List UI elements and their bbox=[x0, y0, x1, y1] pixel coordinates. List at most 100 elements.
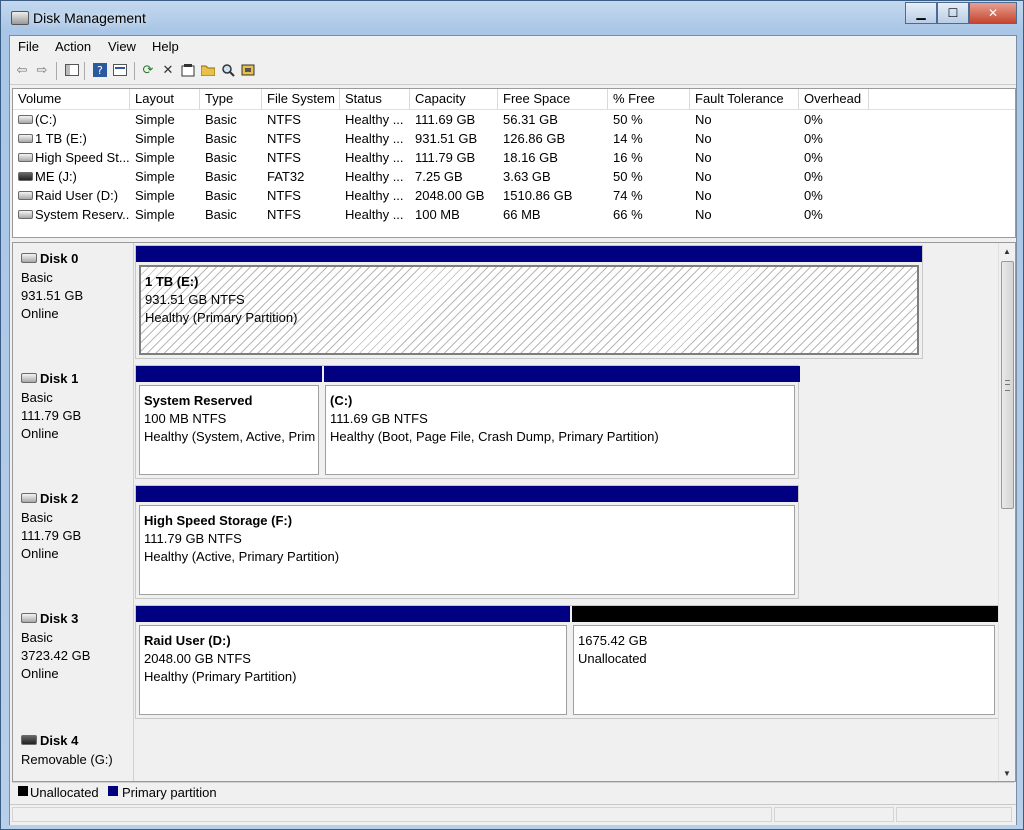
disk-3-name: Disk 3 bbox=[40, 611, 79, 626]
volume-row[interactable]: 1 TB (E:) Simple Basic NTFS Healthy ... 931.5… bbox=[13, 129, 1015, 148]
close-icon: ✕ bbox=[987, 6, 999, 20]
disk-2-size: 111.79 GB bbox=[21, 528, 82, 543]
partition-system-reserved[interactable]: System Reserved 100 MB NTFS Healthy (Sys… bbox=[136, 366, 322, 478]
volume-cell-capacity: 111.69 GB bbox=[415, 112, 476, 127]
volume-name: System Reserv... bbox=[35, 207, 130, 222]
volume-cell-fault: No bbox=[695, 112, 712, 127]
column-capacity[interactable]: Capacity bbox=[410, 89, 498, 109]
partition-c-bar bbox=[322, 366, 800, 382]
primary-partition-swatch bbox=[108, 786, 118, 796]
volume-row[interactable]: Raid User (D:) Simple Basic NTFS Healthy ...… bbox=[13, 186, 1015, 205]
column-file-system[interactable]: File System bbox=[262, 89, 340, 109]
volume-row[interactable]: High Speed St... Simple Basic NTFS Healthy .… bbox=[13, 148, 1015, 167]
volume-cell-status: Healthy ... bbox=[345, 150, 404, 165]
volume-name: ME (J:) bbox=[35, 169, 77, 184]
back-icon[interactable]: ⇦ bbox=[14, 62, 30, 78]
disk-2-name: Disk 2 bbox=[40, 491, 79, 506]
title-bar[interactable]: Disk Management ▁ ☐ ✕ bbox=[1, 1, 1023, 35]
disk-4-type: Removable (G:) bbox=[21, 752, 113, 767]
partition-c[interactable]: (C:) 111.69 GB NTFS Healthy (Boot, Page … bbox=[322, 366, 800, 478]
partition-e[interactable]: 1 TB (E:) 931.51 GB NTFS Healthy (Primar… bbox=[136, 246, 922, 358]
unallocated-body: 1675.42 GB Unallocated bbox=[573, 625, 995, 715]
volume-cell-volume: Raid User (D:) bbox=[13, 186, 130, 205]
volume-row[interactable]: (C:) Simple Basic NTFS Healthy ... 111.69 GB 5… bbox=[13, 110, 1015, 129]
volume-cell-layout: Simple bbox=[135, 188, 175, 203]
disk-row-3: Disk 3 Basic 3723.42 GB Online Raid User… bbox=[13, 603, 1000, 724]
disk-3-info[interactable]: Disk 3 Basic 3723.42 GB Online bbox=[13, 603, 134, 724]
delete-icon[interactable]: ✕ bbox=[160, 62, 176, 78]
menu-help[interactable]: Help bbox=[152, 39, 179, 54]
column-volume[interactable]: Volume bbox=[13, 89, 130, 109]
disk-2-frame: High Speed Storage (F:) 111.79 GB NTFS H… bbox=[135, 485, 799, 599]
unallocated-space[interactable]: 1675.42 GB Unallocated bbox=[570, 606, 1000, 718]
disk-0-size: 931.51 GB bbox=[21, 288, 84, 303]
help-topic-icon[interactable] bbox=[112, 62, 128, 78]
help-icon[interactable]: ? bbox=[92, 62, 108, 78]
forward-icon[interactable]: ⇨ bbox=[34, 62, 50, 78]
disk-row-1: Disk 1 Basic 111.79 GB Online System Res… bbox=[13, 363, 997, 484]
column-fault-tolerance[interactable]: Fault Tolerance bbox=[690, 89, 799, 109]
column-free-space[interactable]: Free Space bbox=[498, 89, 608, 109]
partition-f-name: High Speed Storage (F:) bbox=[144, 513, 293, 528]
partition-d-body: Raid User (D:) 2048.00 GB NTFS Healthy (… bbox=[139, 625, 567, 715]
disk-icon bbox=[21, 492, 37, 503]
disk-0-type: Basic bbox=[21, 270, 53, 285]
close-button[interactable]: ✕ bbox=[969, 2, 1017, 24]
volume-name: 1 TB (E:) bbox=[35, 131, 87, 146]
volume-cell-capacity: 7.25 GB bbox=[415, 169, 463, 184]
partition-system-reserved-size: 100 MB NTFS bbox=[144, 411, 227, 426]
disk-3-type: Basic bbox=[21, 630, 53, 645]
disk-row-4: Disk 4 Removable (G:) bbox=[13, 723, 997, 781]
column-percent-free[interactable]: % Free bbox=[608, 89, 690, 109]
properties-icon[interactable] bbox=[180, 62, 196, 78]
volume-cell-fs: NTFS bbox=[267, 131, 301, 146]
partition-f[interactable]: High Speed Storage (F:) 111.79 GB NTFS H… bbox=[136, 486, 798, 598]
disk-4-info[interactable]: Disk 4 Removable (G:) bbox=[13, 723, 134, 781]
disk-2-type: Basic bbox=[21, 510, 53, 525]
disk-icon bbox=[21, 612, 37, 623]
volume-cell-volume: High Speed St... bbox=[13, 148, 130, 167]
volume-cell-pct: 16 % bbox=[613, 150, 643, 165]
scroll-down-arrow-icon[interactable]: ▼ bbox=[999, 765, 1015, 781]
refresh-icon[interactable]: ⟳ bbox=[140, 62, 156, 78]
explore-icon[interactable] bbox=[220, 62, 236, 78]
volume-row[interactable]: System Reserv... Simple Basic NTFS Healthy .… bbox=[13, 205, 1015, 224]
console-tree-icon[interactable] bbox=[64, 62, 80, 78]
open-icon[interactable] bbox=[200, 62, 216, 78]
maximize-button[interactable]: ☐ bbox=[937, 2, 969, 24]
menu-bar: File Action View Help bbox=[10, 36, 1016, 58]
volume-cell-fault: No bbox=[695, 169, 712, 184]
disk-3-state: Online bbox=[21, 666, 59, 681]
drive-icon bbox=[18, 134, 33, 144]
rescan-icon[interactable] bbox=[240, 62, 256, 78]
disk-0-frame: 1 TB (E:) 931.51 GB NTFS Healthy (Primar… bbox=[135, 245, 923, 359]
menu-action[interactable]: Action bbox=[55, 39, 91, 54]
disk-2-info[interactable]: Disk 2 Basic 111.79 GB Online bbox=[13, 483, 134, 604]
legend-primary-partition: Primary partition bbox=[122, 785, 217, 800]
partition-d[interactable]: Raid User (D:) 2048.00 GB NTFS Healthy (… bbox=[136, 606, 570, 718]
volume-row[interactable]: ME (J:) Simple Basic FAT32 Healthy ... 7.25 G… bbox=[13, 167, 1015, 186]
volume-cell-free: 66 MB bbox=[503, 207, 541, 222]
scroll-up-arrow-icon[interactable]: ▲ bbox=[999, 243, 1015, 259]
disk-1-info[interactable]: Disk 1 Basic 111.79 GB Online bbox=[13, 363, 134, 484]
column-layout[interactable]: Layout bbox=[130, 89, 200, 109]
column-status[interactable]: Status bbox=[340, 89, 410, 109]
column-type[interactable]: Type bbox=[200, 89, 262, 109]
partition-e-bar bbox=[136, 246, 922, 262]
menu-view[interactable]: View bbox=[108, 39, 136, 54]
menu-file[interactable]: File bbox=[18, 39, 39, 54]
volume-cell-type: Basic bbox=[205, 112, 237, 127]
scroll-thumb[interactable] bbox=[1001, 261, 1014, 509]
partition-e-name: 1 TB (E:) bbox=[145, 274, 199, 289]
drive-icon bbox=[18, 115, 33, 125]
partition-system-reserved-body: System Reserved 100 MB NTFS Healthy (Sys… bbox=[139, 385, 319, 475]
minimize-button[interactable]: ▁ bbox=[905, 2, 937, 24]
partition-system-reserved-name: System Reserved bbox=[144, 393, 253, 408]
volume-cell-fs: NTFS bbox=[267, 188, 301, 203]
disk-map-scrollbar[interactable]: ▲ ▼ bbox=[998, 243, 1015, 781]
client-area: File Action View Help ⇦ ⇨ ? ⟳ ✕ Volume L… bbox=[9, 35, 1017, 825]
column-overhead[interactable]: Overhead bbox=[799, 89, 869, 109]
disk-1-type: Basic bbox=[21, 390, 53, 405]
disk-0-info[interactable]: Disk 0 Basic 931.51 GB Online bbox=[13, 243, 134, 364]
drive-icon bbox=[18, 210, 33, 220]
